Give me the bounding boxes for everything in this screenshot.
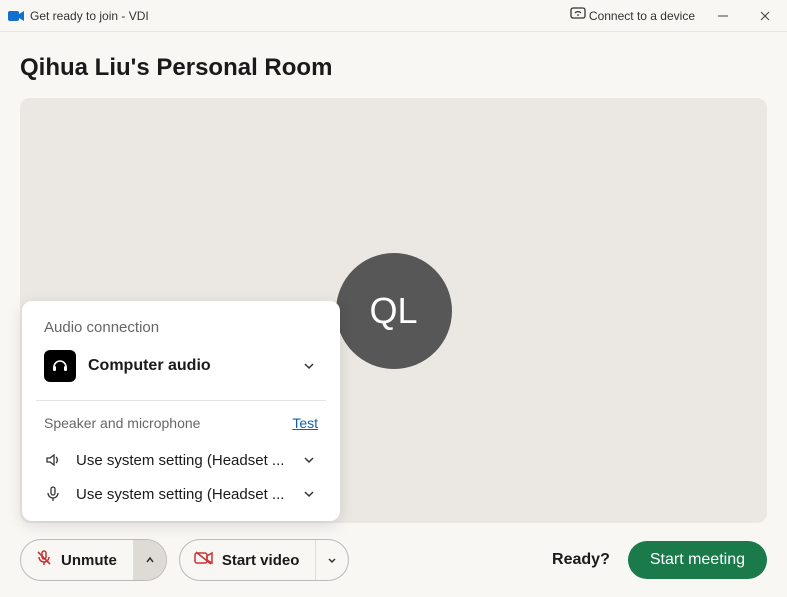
unmute-button[interactable]: Unmute xyxy=(21,540,133,580)
chevron-down-icon xyxy=(302,359,318,373)
avatar: QL xyxy=(336,253,452,369)
window-title: Get ready to join - VDI xyxy=(30,9,149,23)
bottom-right-controls: Ready? Start meeting xyxy=(552,541,767,579)
audio-type-selector[interactable]: Computer audio xyxy=(22,350,340,400)
avatar-initials: QL xyxy=(369,290,417,332)
audio-type-label: Computer audio xyxy=(88,357,290,375)
titlebar-right: Connect to a device xyxy=(570,2,779,30)
minimize-button[interactable] xyxy=(709,2,737,30)
microphone-muted-icon xyxy=(35,549,53,571)
test-link[interactable]: Test xyxy=(292,415,318,431)
audio-popup-header: Audio connection xyxy=(22,319,340,350)
speaker-selector[interactable]: Use system setting (Headset ... xyxy=(22,443,340,477)
chevron-down-icon xyxy=(302,487,318,501)
titlebar: Get ready to join - VDI Connect to a dev… xyxy=(0,0,787,32)
cast-icon xyxy=(570,7,586,24)
speaker-device-label: Use system setting (Headset ... xyxy=(76,452,288,469)
video-options-button[interactable] xyxy=(315,540,348,580)
connect-to-device-button[interactable]: Connect to a device xyxy=(570,7,695,24)
audio-connection-popup: Audio connection Computer audio Speaker … xyxy=(22,301,340,521)
headset-icon xyxy=(44,350,76,382)
microphone-device-label: Use system setting (Headset ... xyxy=(76,486,288,503)
speaker-icon xyxy=(44,451,62,469)
chevron-down-icon xyxy=(302,453,318,467)
start-video-button-group: Start video xyxy=(179,539,350,581)
unmute-button-group: Unmute xyxy=(20,539,167,581)
unmute-options-button[interactable] xyxy=(133,540,166,580)
bottom-controls: Unmute Start video Ready? S xyxy=(20,523,767,581)
connect-to-device-label: Connect to a device xyxy=(589,9,695,23)
unmute-label: Unmute xyxy=(61,552,117,569)
room-title: Qihua Liu's Personal Room xyxy=(20,54,767,82)
video-off-icon xyxy=(194,550,214,570)
start-video-button[interactable]: Start video xyxy=(180,540,316,580)
start-meeting-button[interactable]: Start meeting xyxy=(628,541,767,579)
microphone-selector[interactable]: Use system setting (Headset ... xyxy=(22,477,340,521)
speaker-mic-label: Speaker and microphone xyxy=(44,415,200,431)
microphone-icon xyxy=(44,485,62,503)
content-area: Qihua Liu's Personal Room QL Audio conne… xyxy=(0,32,787,597)
titlebar-left: Get ready to join - VDI xyxy=(8,9,149,23)
close-button[interactable] xyxy=(751,2,779,30)
speaker-mic-section-header: Speaker and microphone Test xyxy=(22,401,340,443)
bottom-left-controls: Unmute Start video xyxy=(20,539,349,581)
start-video-label: Start video xyxy=(222,552,300,569)
ready-label: Ready? xyxy=(552,551,610,569)
app-icon xyxy=(8,9,24,23)
